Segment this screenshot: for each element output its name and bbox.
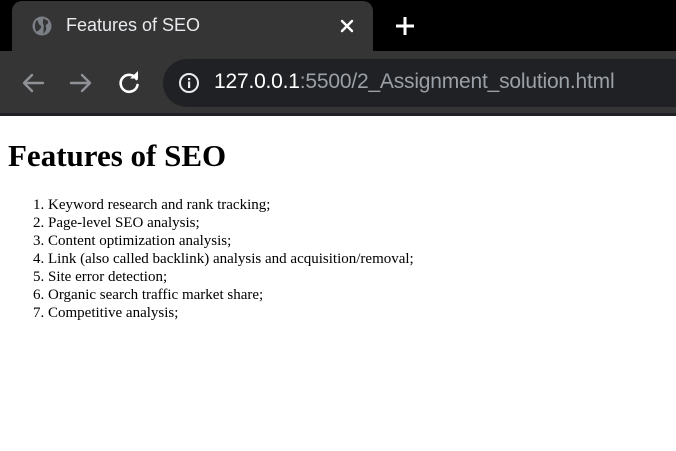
page-content: Features of SEO Keyword research and ran… [0, 116, 676, 451]
info-icon[interactable] [178, 72, 200, 94]
browser-tab[interactable]: Features of SEO [12, 1, 373, 51]
url-path: :5500/2_Assignment_solution.html [299, 70, 615, 93]
list-item: Link (also called backlink) analysis and… [48, 250, 414, 268]
list-item: Competitive analysis; [48, 304, 414, 322]
browser-toolbar: 127.0.0.1:5500/2_Assignment_solution.htm… [0, 51, 676, 113]
list-item: Organic search traffic market share; [48, 286, 414, 304]
list-item: Content optimization analysis; [48, 232, 414, 250]
forward-arrow-icon[interactable] [67, 69, 95, 97]
tab-strip: Features of SEO [0, 0, 676, 51]
url-host: 127.0.0.1 [214, 70, 300, 93]
address-bar[interactable]: 127.0.0.1:5500/2_Assignment_solution.htm… [163, 59, 676, 107]
list-item: Page-level SEO analysis; [48, 214, 414, 232]
url-text[interactable]: 127.0.0.1:5500/2_Assignment_solution.htm… [214, 70, 615, 94]
globe-icon [32, 16, 52, 36]
back-arrow-icon[interactable] [19, 69, 47, 97]
list-item: Site error detection; [48, 268, 414, 286]
close-icon[interactable] [337, 16, 357, 36]
page-heading: Features of SEO [8, 138, 227, 173]
tab-title: Features of SEO [66, 15, 201, 35]
list-item: Keyword research and rank tracking; [48, 196, 414, 214]
features-list: Keyword research and rank tracking; Page… [8, 196, 414, 322]
reload-icon[interactable] [115, 69, 143, 97]
new-tab-icon[interactable] [393, 14, 417, 38]
